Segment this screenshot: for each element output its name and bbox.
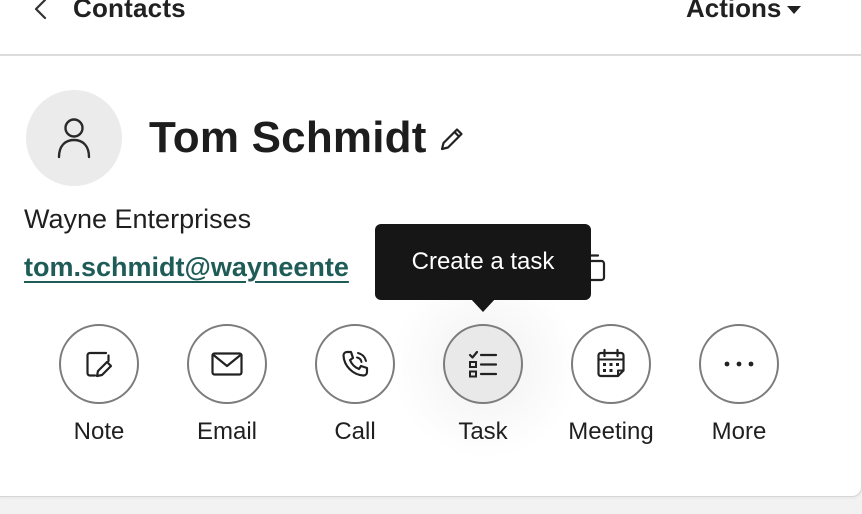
person-icon [57, 118, 91, 159]
actions-dropdown[interactable]: Actions [686, 0, 802, 24]
email-link[interactable]: tom.schmidt@wayneente [24, 252, 376, 283]
note-action-label: Note [73, 418, 125, 445]
email-action-button[interactable]: Email [167, 324, 287, 446]
call-action-button[interactable]: Call [295, 324, 415, 446]
actions-label: Actions [686, 0, 782, 23]
more-action-label: More [711, 418, 767, 445]
company-name: Wayne Enterprises [24, 204, 252, 234]
task-list-icon [468, 350, 498, 378]
meeting-action-circle [571, 324, 651, 404]
top-bar: Contacts Actions [0, 0, 861, 56]
envelope-icon [211, 352, 243, 376]
caret-down-icon [787, 5, 802, 14]
task-action-label: Task [458, 418, 508, 445]
back-chevron-icon[interactable] [30, 0, 52, 24]
tooltip-arrow [470, 298, 496, 312]
create-task-tooltip: Create a task [375, 224, 591, 300]
contact-name: Tom Schmidt [149, 113, 427, 162]
page-title: Contacts [73, 0, 186, 23]
note-action-circle [59, 324, 139, 404]
task-action-circle [443, 324, 523, 404]
task-action-button[interactable]: Task [423, 324, 543, 446]
email-action-label: Email [196, 418, 257, 445]
meeting-action-label: Meeting [568, 418, 654, 445]
more-action-button[interactable]: More [679, 324, 799, 446]
note-edit-icon [86, 351, 113, 378]
meeting-action-button[interactable]: Meeting [551, 324, 671, 446]
contact-card: Contacts Actions Tom Schmidt Wayne Enter… [0, 0, 862, 497]
pencil-icon[interactable] [437, 124, 467, 154]
calendar-icon [597, 348, 625, 378]
call-action-label: Call [334, 418, 376, 445]
phone-icon [342, 350, 369, 377]
more-action-circle [699, 324, 779, 404]
tooltip-text: Create a task [411, 248, 555, 275]
email-action-circle [187, 324, 267, 404]
ellipsis-icon [724, 361, 754, 367]
avatar [26, 90, 122, 186]
note-action-button[interactable]: Note [39, 324, 159, 446]
call-action-circle [315, 324, 395, 404]
